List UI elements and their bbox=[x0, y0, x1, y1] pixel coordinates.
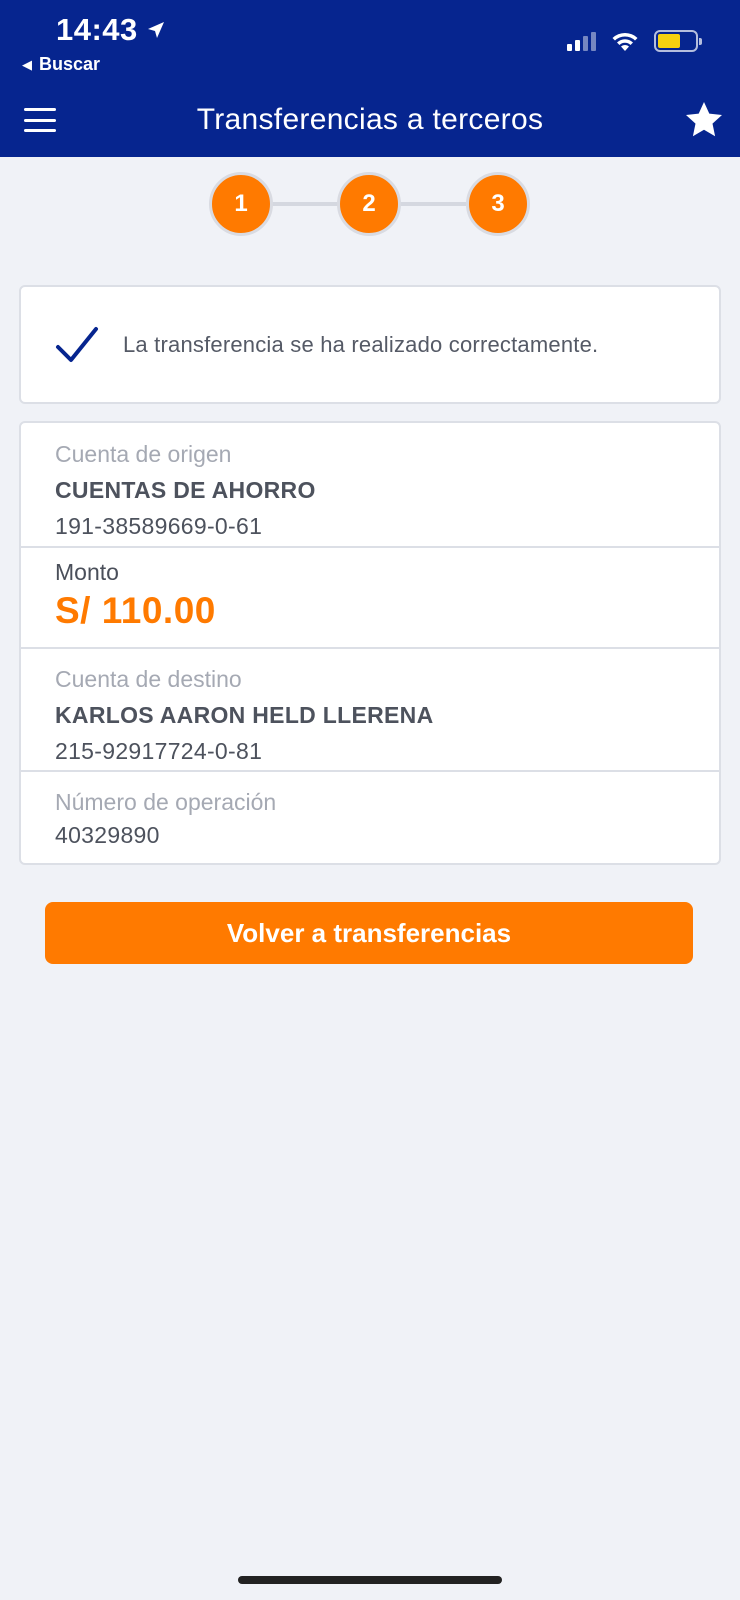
origin-account-type: CUENTAS DE AHORRO bbox=[55, 477, 316, 503]
location-arrow-icon bbox=[147, 22, 164, 38]
home-indicator[interactable] bbox=[238, 1576, 502, 1584]
origin-account-number: 191-38589669-0-61 bbox=[55, 513, 263, 539]
back-to-search-link[interactable]: ◀ Buscar bbox=[22, 54, 100, 75]
step-3: 3 bbox=[466, 172, 530, 236]
destination-account-label: Cuenta de destino bbox=[55, 666, 242, 692]
battery-icon bbox=[654, 30, 702, 52]
step-2: 2 bbox=[337, 172, 401, 236]
amount-label: Monto bbox=[55, 559, 119, 585]
stepper-connector bbox=[272, 202, 338, 206]
amount-value: S/ 110.00 bbox=[55, 590, 216, 631]
amount-section: Monto S/ 110.00 bbox=[21, 559, 719, 632]
operation-number-value: 40329890 bbox=[55, 822, 160, 848]
destination-account-section: Cuenta de destino KARLOS AARON HELD LLER… bbox=[21, 666, 719, 765]
favorite-star-icon[interactable] bbox=[684, 100, 724, 140]
success-message-card: La transferencia se ha realizado correct… bbox=[19, 285, 721, 404]
status-icons bbox=[567, 30, 702, 52]
checkmark-icon bbox=[56, 326, 98, 362]
status-time: 14:43 bbox=[56, 12, 166, 48]
origin-account-section: Cuenta de origen CUENTAS DE AHORRO 191-3… bbox=[21, 441, 719, 540]
destination-account-name: KARLOS AARON HELD LLERENA bbox=[55, 702, 434, 728]
destination-account-number: 215-92917724-0-81 bbox=[55, 738, 263, 764]
hamburger-menu-icon[interactable] bbox=[24, 108, 56, 132]
progress-stepper: 1 2 3 bbox=[0, 172, 740, 236]
app-header: 14:43 ◀ Buscar Transferencias a terceros bbox=[0, 0, 740, 157]
back-link-label: Buscar bbox=[39, 54, 101, 74]
nav-bar: Transferencias a terceros bbox=[0, 92, 740, 148]
operation-number-section: Número de operación 40329890 bbox=[21, 789, 719, 849]
origin-account-label: Cuenta de origen bbox=[55, 441, 232, 467]
back-triangle-icon: ◀ bbox=[22, 56, 32, 72]
status-time-text: 14:43 bbox=[56, 12, 138, 47]
success-message: La transferencia se ha realizado correct… bbox=[123, 331, 599, 357]
back-to-transfers-button[interactable]: Volver a transferencias bbox=[45, 902, 693, 964]
cellular-signal-icon bbox=[567, 31, 596, 51]
divider bbox=[21, 647, 719, 649]
divider bbox=[21, 546, 719, 548]
stepper-connector bbox=[400, 202, 466, 206]
page-title: Transferencias a terceros bbox=[196, 103, 544, 136]
wifi-icon bbox=[612, 32, 638, 51]
step-1: 1 bbox=[209, 172, 273, 236]
transfer-details-card: Cuenta de origen CUENTAS DE AHORRO 191-3… bbox=[19, 421, 721, 865]
divider bbox=[21, 770, 719, 772]
operation-number-label: Número de operación bbox=[55, 789, 277, 815]
